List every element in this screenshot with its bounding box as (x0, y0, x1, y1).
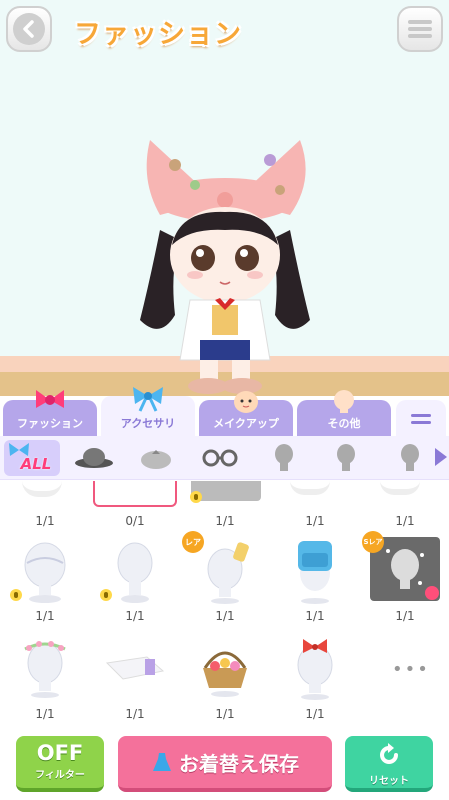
mannequin-mask-icon (24, 542, 66, 603)
tab-fashion[interactable]: ファッション (3, 390, 97, 436)
red-bow-head-icon (297, 639, 333, 700)
head-silhouette-icon (331, 388, 357, 417)
save-outfit-button[interactable]: お着替え保存 (118, 736, 332, 792)
refresh-icon (380, 743, 398, 764)
item-count: 1/1 (305, 514, 325, 528)
item-count: 1/1 (395, 609, 415, 623)
subcat-bag[interactable] (386, 440, 434, 476)
menu-button[interactable] (397, 6, 443, 52)
hint-icon (10, 589, 22, 601)
item-towel[interactable] (100, 633, 170, 703)
item-count: 0/1 (125, 514, 145, 528)
chevron-left-icon (13, 13, 45, 45)
item-count: 1/1 (215, 514, 235, 528)
sparkle-head-icon (386, 549, 424, 589)
tab-accessory[interactable]: アクセサリ (101, 387, 195, 436)
hint-icon (100, 589, 112, 601)
item-count: 1/1 (395, 514, 415, 528)
tab-accessory-label: アクセサリ (120, 417, 176, 430)
avatar-character[interactable] (120, 120, 330, 400)
item-mannequin[interactable] (380, 481, 420, 495)
subcat-all[interactable]: ALL (4, 440, 60, 476)
subcat-earring[interactable] (260, 440, 308, 476)
dress-icon (153, 753, 171, 771)
flower-basket-icon (203, 651, 247, 697)
item-grid: 1/1 0/1 1/1 1/1 1/1 レア Sレア 1/1 1/1 1/1 1… (0, 481, 449, 729)
category-tabs: ファッション アクセサリ メイクアップ その他 (0, 387, 449, 436)
item-count: 1/1 (215, 707, 235, 721)
item-count: 1/1 (35, 707, 55, 721)
equals-icon (411, 414, 431, 424)
super-rare-badge: Sレア (362, 531, 384, 553)
scroll-right-arrow[interactable] (435, 448, 447, 466)
mannequin-head-icon (117, 542, 153, 603)
hamburger-icon (408, 20, 432, 38)
head-earring-icon (275, 444, 293, 471)
page-title: ファッション (74, 19, 242, 50)
hint-icon (190, 491, 202, 503)
beret-icon (141, 450, 171, 469)
item-count: 1/1 (305, 609, 325, 623)
towel-icon (105, 656, 165, 680)
more-items-indicator: ••• (392, 659, 430, 680)
item-count: 1/1 (125, 609, 145, 623)
filter-state: OFF (36, 741, 84, 765)
bow-icon (130, 384, 166, 415)
tab-makeup[interactable]: メイクアップ (199, 391, 293, 436)
item-count: 1/1 (305, 707, 325, 721)
reset-button[interactable]: リセット (345, 736, 433, 792)
tab-other[interactable]: その他 (297, 390, 391, 436)
bottom-action-bar: OFF フィルター お着替え保存 リセット (0, 730, 449, 800)
reset-label: リセット (369, 776, 409, 787)
backpack-icon (298, 541, 332, 604)
item-count: 1/1 (35, 609, 55, 623)
glasses-icon (202, 449, 238, 467)
rare-badge: レア (182, 531, 204, 553)
item-count: 1/1 (215, 609, 235, 623)
item-flower-basket[interactable] (190, 633, 260, 703)
back-button[interactable] (6, 6, 52, 52)
subcat-necklace[interactable] (322, 440, 370, 476)
mannequin-clip-icon (207, 542, 249, 604)
item-mannequin[interactable] (290, 481, 330, 495)
flower-crown-icon (24, 641, 66, 698)
item-flower-crown[interactable] (10, 633, 80, 703)
head-necklace-icon (337, 444, 355, 471)
tab-fashion-label: ファッション (17, 417, 83, 430)
subcat-glasses[interactable] (196, 440, 244, 476)
ribbon-icon (32, 388, 68, 415)
item-count: 1/1 (125, 707, 145, 721)
item-red-bow[interactable] (280, 633, 350, 703)
subcat-hat[interactable] (70, 440, 118, 476)
subcat-all-label: ALL (20, 455, 52, 473)
item-selected[interactable] (93, 481, 177, 507)
edit-icon[interactable] (425, 586, 439, 600)
hat-icon (75, 448, 113, 468)
subcat-hair-accessory[interactable] (132, 440, 180, 476)
item-mannequin[interactable] (22, 481, 62, 497)
item-count: 1/1 (35, 514, 55, 528)
save-outfit-label: お着替え保存 (179, 751, 299, 776)
head-bag-icon (401, 444, 419, 471)
tab-other-label: その他 (327, 417, 361, 430)
subcategory-bar: ALL (0, 436, 449, 480)
filter-label: フィルター (35, 770, 85, 781)
tab-more[interactable] (396, 400, 446, 436)
item-backpack[interactable] (280, 537, 350, 607)
filter-toggle-button[interactable]: OFF フィルター (16, 736, 104, 792)
tab-makeup-label: メイクアップ (213, 417, 279, 430)
face-icon (232, 388, 260, 417)
